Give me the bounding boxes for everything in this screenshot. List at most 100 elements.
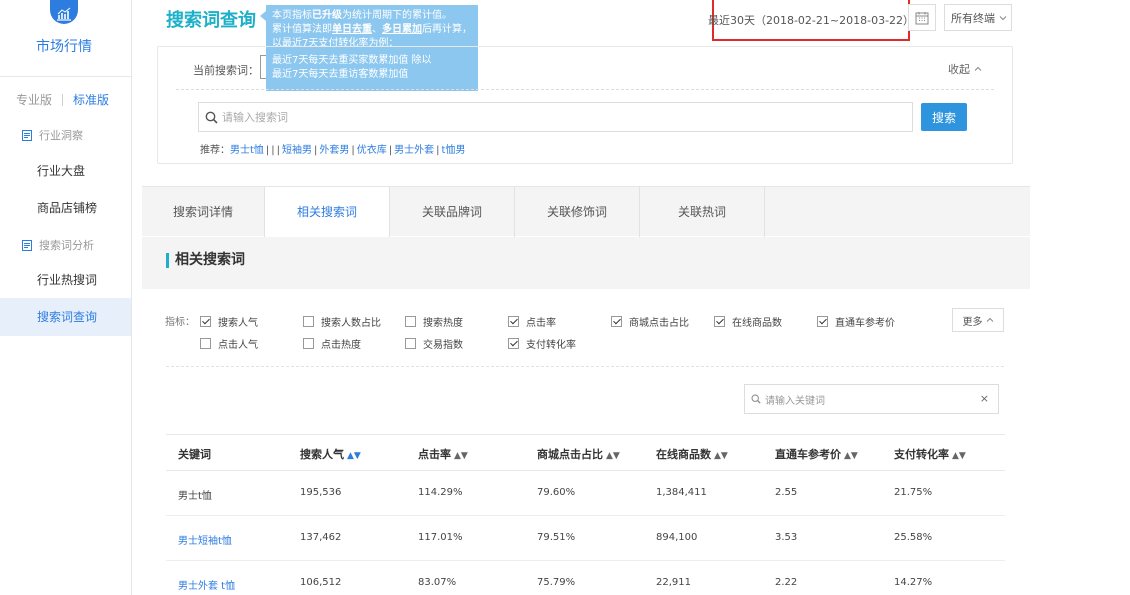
indicator-ctr[interactable]: 点击率 <box>508 314 556 329</box>
indicator-label: 搜索人气 <box>218 318 258 329</box>
cell-value: 21.75% <box>894 487 933 498</box>
cell-value: 137,462 <box>300 532 342 543</box>
indicator-label: 点击人气 <box>218 340 258 351</box>
section-title: 相关搜索词 <box>166 253 245 268</box>
edition-pro-link[interactable]: 专业版 <box>16 91 52 108</box>
tooltip-bold: 多日累加 <box>382 24 422 35</box>
indicator-ztc-price[interactable]: 直通车参考价 <box>817 314 895 329</box>
checkbox-icon <box>405 316 416 327</box>
col-header-ctr[interactable]: 点击率 ▲▼ <box>418 446 468 462</box>
tab-hot-words[interactable]: 关联热词 <box>640 187 765 237</box>
recommend-link[interactable]: | <box>271 145 274 156</box>
tab-brand-words[interactable]: 关联品牌词 <box>390 187 515 237</box>
search-button[interactable]: 搜索 <box>921 103 967 131</box>
more-label: 更多 <box>962 316 983 328</box>
indicator-mall-click-share[interactable]: 商城点击占比 <box>611 314 689 329</box>
col-header-mall-click-share[interactable]: 商城点击占比 ▲▼ <box>537 446 620 462</box>
tab-related-search[interactable]: 相关搜索词 <box>265 187 390 238</box>
cell-value: 14.27% <box>894 577 933 588</box>
sidebar-item-industry-overview[interactable]: 行业大盘 <box>0 152 131 190</box>
indicator-click-popularity[interactable]: 点击人气 <box>200 336 258 351</box>
clear-icon[interactable]: × <box>980 392 989 405</box>
col-header-search-popularity[interactable]: 搜索人气 ▲▼ <box>300 446 361 462</box>
cell-keyword-link[interactable]: 男士短袖t恤 <box>178 532 232 547</box>
indicator-conversion[interactable]: 支付转化率 <box>508 336 576 351</box>
divider <box>176 89 994 90</box>
cell-value: 2.55 <box>775 487 798 498</box>
recommend-link[interactable]: 外套男 <box>319 145 349 156</box>
collapse-label: 收起 <box>948 63 970 76</box>
indicator-search-heat[interactable]: 搜索热度 <box>405 314 463 329</box>
cell-value: 106,512 <box>300 577 342 588</box>
cell-value: 195,536 <box>300 487 342 498</box>
header-label: 点击率 <box>418 448 451 461</box>
tab-search-detail[interactable]: 搜索词详情 <box>142 187 265 237</box>
more-indicators-button[interactable]: 更多 <box>952 308 1004 332</box>
indicator-search-share[interactable]: 搜索人数占比 <box>303 314 381 329</box>
calendar-button[interactable] <box>908 4 936 31</box>
indicator-trade-index[interactable]: 交易指数 <box>405 336 463 351</box>
recommend-link[interactable]: t恤男 <box>442 145 466 156</box>
cell-value: 1,384,411 <box>656 487 707 498</box>
keyword-filter-input[interactable]: 请输入关键词 × <box>744 384 999 414</box>
collapse-button[interactable]: 收起 <box>948 61 982 77</box>
indicator-label: 支付转化率 <box>526 340 576 351</box>
search-icon <box>751 394 761 404</box>
sidebar-item-search-query[interactable]: 搜索词查询 <box>0 298 131 336</box>
indicator-label: 商城点击占比 <box>629 318 689 329</box>
recommend-link[interactable]: 男士t恤 <box>230 145 264 156</box>
tooltip-line-2: 累计值算法即单日去重、多日累加后再计算， <box>272 23 472 37</box>
recommend-link[interactable]: 男士外套 <box>394 145 434 156</box>
edition-divider <box>62 93 64 106</box>
cell-value: 75.79% <box>537 577 576 588</box>
recommend-label: 推荐： <box>200 145 230 156</box>
header-label: 关键词 <box>178 448 211 461</box>
cell-value: 25.58% <box>894 532 933 543</box>
sidebar: 市场行情 专业版 标准版 行业洞察 行业大盘 商品店铺榜 搜索词分析 行业热搜词… <box>0 0 132 595</box>
page-title: 搜索词查询 <box>166 10 256 31</box>
document-icon <box>22 239 32 251</box>
cell-value: 79.60% <box>537 487 576 498</box>
terminal-select[interactable]: 所有终端 <box>944 4 1012 31</box>
cell-keyword-link[interactable]: 男士外套 t恤 <box>178 577 235 592</box>
indicator-label: 搜索热度 <box>423 318 463 329</box>
sort-icon: ▲▼ <box>606 451 620 461</box>
header-label: 搜索人气 <box>300 448 344 461</box>
sidebar-item-hot-search[interactable]: 行业热搜词 <box>0 261 131 299</box>
tab-modifier-words[interactable]: 关联修饰词 <box>515 187 640 237</box>
search-panel: 当前搜索词： 收起 请输入搜索词 搜索 推荐：男士t恤 | | | 短袖男 | 外套男 | 优衣… <box>157 46 1013 164</box>
recommend-link[interactable]: 优衣库 <box>357 145 387 156</box>
header-label: 直通车参考价 <box>775 448 841 461</box>
tooltip-text: 后再计算， <box>422 24 472 35</box>
search-input[interactable]: 请输入搜索词 <box>198 102 913 132</box>
calendar-icon <box>915 11 929 24</box>
sidebar-item-shop-ranking[interactable]: 商品店铺榜 <box>0 189 131 227</box>
col-header-conversion[interactable]: 支付转化率 ▲▼ <box>894 446 966 462</box>
checkbox-icon <box>200 338 211 349</box>
indicator-online-items[interactable]: 在线商品数 <box>714 314 782 329</box>
cell-value: 22,911 <box>656 577 691 588</box>
edition-std-link[interactable]: 标准版 <box>73 91 109 108</box>
sort-icon: ▲▼ <box>952 451 966 461</box>
group-search-analysis: 搜索词分析 <box>22 237 94 253</box>
tooltip-text: 、 <box>372 24 382 35</box>
col-header-ztc-price[interactable]: 直通车参考价 ▲▼ <box>775 446 858 462</box>
date-range-picker[interactable]: 最近30天（2018-02-21~2018-03-22） <box>708 0 914 41</box>
cell-value: 79.51% <box>537 532 576 543</box>
header-label: 支付转化率 <box>894 448 949 461</box>
date-range-text: 最近30天（2018-02-21~2018-03-22） <box>707 13 915 27</box>
indicator-search-popularity[interactable]: 搜索人气 <box>200 314 258 329</box>
col-header-online-items[interactable]: 在线商品数 ▲▼ <box>656 446 728 462</box>
cell-keyword: 男士t恤 <box>178 491 212 502</box>
table-header: 关键词 搜索人气 ▲▼ 点击率 ▲▼ 商城点击占比 ▲▼ 在线商品数 ▲▼ 直通车参考价… <box>166 434 1005 471</box>
cell-value: 2.22 <box>775 577 798 588</box>
checkbox-icon <box>303 316 314 327</box>
cell-value: 114.29% <box>418 487 463 498</box>
tooltip-text: 累计值算法即 <box>272 24 332 35</box>
indicator-label: 直通车参考价 <box>835 318 895 329</box>
indicator-click-heat[interactable]: 点击热度 <box>303 336 361 351</box>
cell-value: 3.53 <box>775 532 798 543</box>
tab-bar: 搜索词详情 相关搜索词 关联品牌词 关联修饰词 关联热词 <box>142 186 1030 238</box>
recommend-link[interactable]: 短袖男 <box>282 145 312 156</box>
current-keyword-field[interactable] <box>260 55 266 79</box>
